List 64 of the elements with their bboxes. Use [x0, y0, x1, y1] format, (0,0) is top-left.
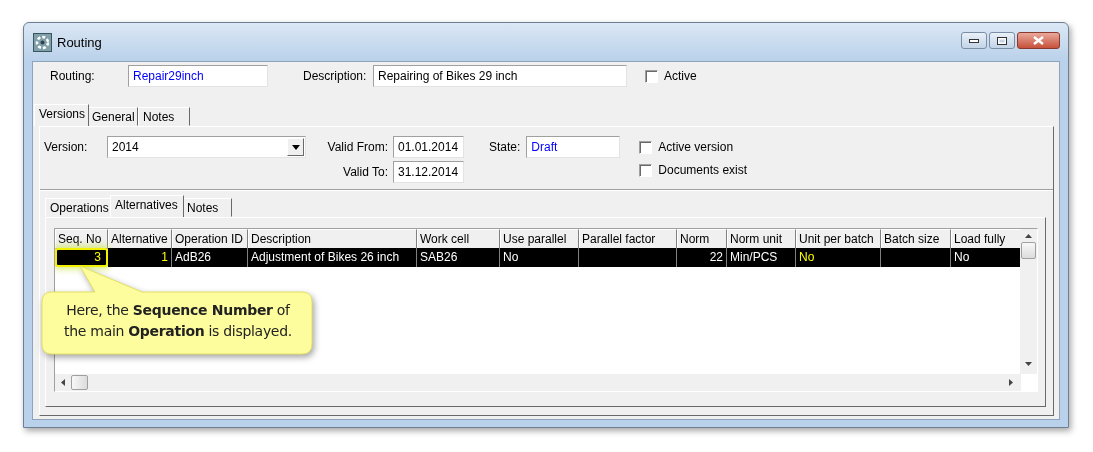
- checkbox[interactable]: [645, 69, 658, 83]
- column-header[interactable]: Parallel factor: [579, 229, 677, 249]
- tab[interactable]: Operations: [45, 198, 112, 217]
- tab[interactable]: General: [87, 107, 138, 126]
- table-cell: 1: [108, 248, 172, 267]
- table-cell: No: [951, 248, 1020, 267]
- field-label: State:: [489, 140, 521, 154]
- window-title: Routing: [57, 34, 102, 50]
- table-row[interactable]: 3 1 AdB26 Adjustment of Bikes 26 inch SAB26 No 22 Min/PCS No No: [55, 248, 1020, 267]
- field-label: Valid To:: [343, 165, 388, 179]
- scrollbar-thumb[interactable]: [71, 375, 88, 390]
- column-header[interactable]: Norm: [677, 229, 727, 249]
- checkbox-label: Active: [664, 69, 697, 83]
- scroll-left-arrow-icon[interactable]: [61, 379, 65, 386]
- maximize-button[interactable]: [989, 32, 1015, 49]
- checkbox-label: Active version: [658, 140, 734, 154]
- column-header[interactable]: Batch size: [881, 229, 951, 249]
- text-field[interactable]: Draft: [526, 136, 621, 158]
- column-header[interactable]: Work cell: [417, 229, 500, 249]
- scroll-up-arrow-icon[interactable]: [1025, 234, 1032, 238]
- tab[interactable]: Alternatives: [110, 195, 184, 217]
- minimize-icon: [969, 38, 979, 43]
- table-cell: SAB26: [417, 248, 500, 267]
- scroll-down-arrow-icon[interactable]: [1025, 362, 1032, 366]
- table-cell: AdB26: [172, 248, 248, 267]
- app-icon: [33, 32, 52, 52]
- table-cell: 22: [677, 248, 727, 267]
- close-icon: [1033, 36, 1044, 45]
- text-field[interactable]: 01.01.2014: [393, 136, 464, 158]
- text-field[interactable]: Repairing of Bikes 29 inch: [373, 65, 627, 87]
- vertical-scrollbar[interactable]: [1020, 229, 1037, 374]
- scroll-right-arrow-icon[interactable]: [1009, 379, 1013, 386]
- field-label: Valid From:: [327, 140, 388, 154]
- tab[interactable]: Versions: [34, 104, 89, 126]
- horizontal-scrollbar[interactable]: [55, 374, 1021, 391]
- tab[interactable]: Notes: [182, 198, 232, 217]
- table-cell: Adjustment of Bikes 26 inch: [248, 248, 417, 267]
- table-cell: No: [500, 248, 579, 267]
- callout-text: Here, the Sequence Number of the main Operation is displayed.: [63, 301, 293, 341]
- close-button[interactable]: [1017, 32, 1060, 49]
- column-header[interactable]: Alternative: [108, 229, 172, 249]
- field-label: Description:: [303, 69, 368, 83]
- field-label: Routing:: [50, 69, 96, 83]
- checkbox-label: Documents exist: [658, 163, 748, 177]
- text-field[interactable]: Repair29inch: [128, 65, 268, 87]
- table-cell: Min/PCS: [727, 248, 796, 267]
- version-dropdown[interactable]: 2014: [107, 136, 306, 158]
- field-label: Version:: [44, 140, 89, 154]
- tab[interactable]: Notes: [138, 107, 190, 126]
- scrollbar-thumb[interactable]: [1021, 242, 1036, 259]
- text-field[interactable]: 31.12.2014: [393, 161, 464, 183]
- column-header[interactable]: Description: [248, 229, 417, 249]
- table-cell: 3: [55, 248, 108, 267]
- table-cell: No: [796, 248, 881, 267]
- column-header[interactable]: Norm unit: [727, 229, 796, 249]
- column-header[interactable]: Unit per batch: [796, 229, 881, 249]
- column-header[interactable]: Operation ID: [172, 229, 248, 249]
- column-header[interactable]: Use parallel: [500, 229, 579, 249]
- maximize-icon: [997, 36, 1007, 45]
- column-header[interactable]: Seq. No: [55, 229, 108, 249]
- minimize-button[interactable]: [961, 32, 987, 49]
- column-header[interactable]: Load fully: [951, 229, 1020, 249]
- checkbox[interactable]: [639, 140, 653, 154]
- checkbox[interactable]: [639, 163, 653, 177]
